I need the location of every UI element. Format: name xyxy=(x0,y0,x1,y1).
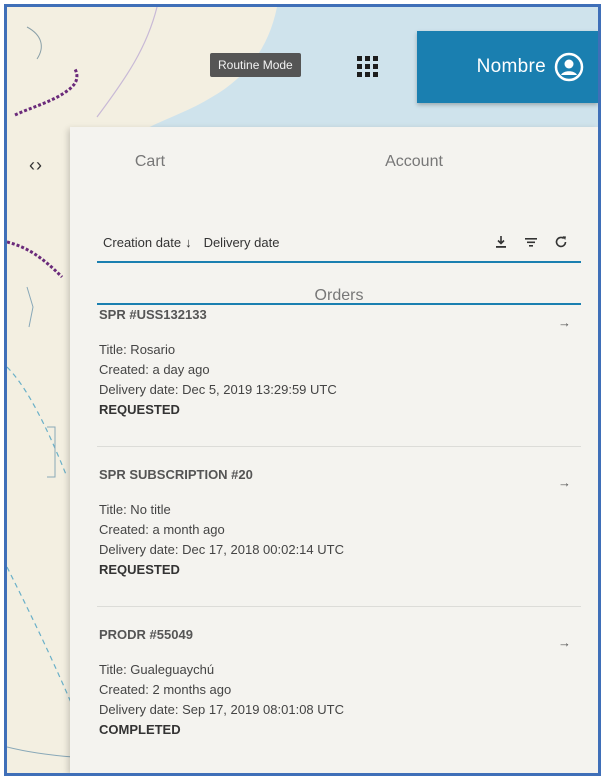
user-menu-button[interactable]: Nombre xyxy=(417,31,598,103)
user-name: Nombre xyxy=(476,56,546,77)
order-title: Title: Rosario xyxy=(99,342,176,357)
panel-collapse-chevrons[interactable]: ‹› xyxy=(29,155,43,176)
order-status: REQUESTED xyxy=(99,402,180,417)
arrow-right-icon[interactable]: → xyxy=(558,315,571,330)
order-item[interactable]: SPR #USS132133 Title: Rosario Created: a… xyxy=(97,287,581,447)
order-id: PRODR #55049 xyxy=(99,627,193,642)
sort-down-arrow-icon: ↓ xyxy=(185,234,192,250)
orders-panel: Cart Orders Account Creation date ↓ Deli… xyxy=(70,127,598,773)
download-button[interactable] xyxy=(489,230,513,254)
order-id: SPR #USS132133 xyxy=(99,307,207,322)
apps-grid-button[interactable] xyxy=(350,49,384,83)
order-delivery-date: Delivery date: Dec 17, 2018 00:02:14 UTC xyxy=(99,542,344,557)
sort-delivery-date[interactable]: Delivery date xyxy=(204,235,280,250)
order-item[interactable]: PRODR #55049 Title: Gualeguaychú Created… xyxy=(97,607,581,767)
orders-list: SPR #USS132133 Title: Rosario Created: a… xyxy=(97,287,581,767)
order-id: SPR SUBSCRIPTION #20 xyxy=(99,467,253,482)
refresh-button[interactable] xyxy=(549,230,573,254)
arrow-right-icon[interactable]: → xyxy=(558,635,571,650)
tab-cart[interactable]: Cart xyxy=(70,127,230,197)
sort-creation-date[interactable]: Creation date ↓ xyxy=(103,235,192,250)
tab-account[interactable]: Account xyxy=(230,127,598,197)
panel-tabs: Cart Orders Account xyxy=(70,127,598,305)
apps-grid-icon xyxy=(356,55,378,77)
order-created: Created: a day ago xyxy=(99,362,210,377)
order-created: Created: a month ago xyxy=(99,522,225,537)
filter-button[interactable] xyxy=(519,230,543,254)
screenshot-frame: Routine Mode Nombre ‹› Cart Orders Accou… xyxy=(4,4,601,776)
order-title: Title: No title xyxy=(99,502,171,517)
download-icon xyxy=(496,236,506,248)
arrow-right-icon[interactable]: → xyxy=(558,475,571,490)
routine-mode-label: Routine Mode xyxy=(210,53,301,77)
order-status: COMPLETED xyxy=(99,722,181,737)
order-delivery-date: Delivery date: Dec 5, 2019 13:29:59 UTC xyxy=(99,382,337,397)
user-avatar-icon xyxy=(554,52,584,82)
sort-creation-label: Creation date xyxy=(103,234,182,250)
order-title: Title: Gualeguaychú xyxy=(99,662,215,677)
order-delivery-date: Delivery date: Sep 17, 2019 08:01:08 UTC xyxy=(99,702,344,717)
refresh-icon xyxy=(555,236,567,248)
sort-delivery-label: Delivery date xyxy=(203,234,280,250)
filter-icon xyxy=(525,238,537,247)
order-status: REQUESTED xyxy=(99,562,180,577)
sort-toolbar: Creation date ↓ Delivery date xyxy=(97,223,581,263)
order-created: Created: 2 months ago xyxy=(99,682,232,697)
sort-actions xyxy=(483,230,573,254)
order-item[interactable]: SPR SUBSCRIPTION #20 Title: No title Cre… xyxy=(97,447,581,607)
